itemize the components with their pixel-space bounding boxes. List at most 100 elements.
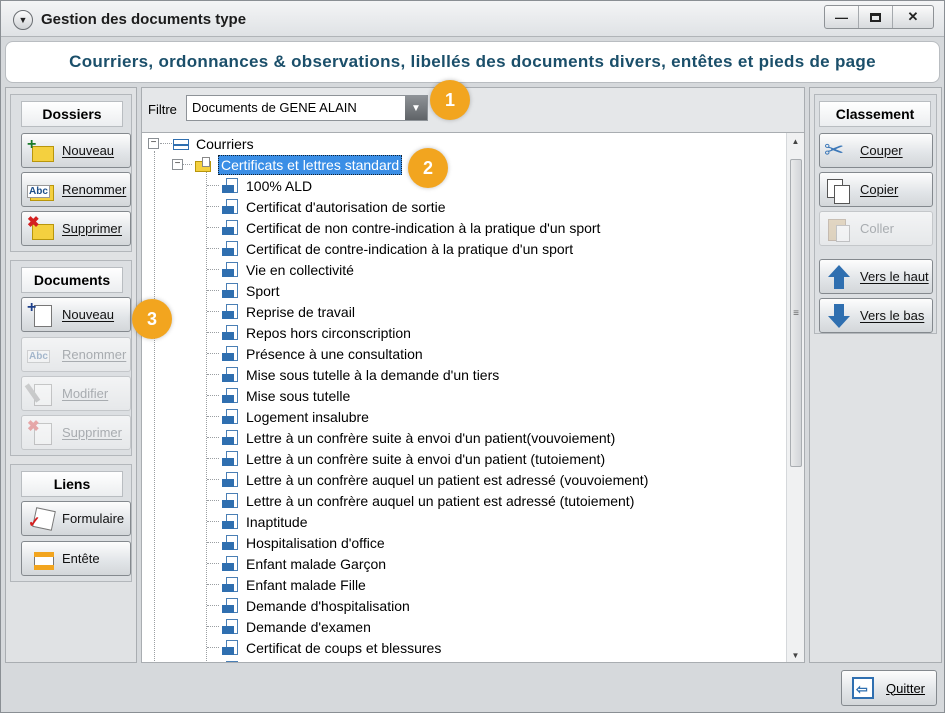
tree-leaf-label: Lettre à un confrère suite à envoi d'un …: [246, 429, 616, 446]
edit-document-label: Modifier: [62, 386, 109, 401]
left-panel: Dossiers + Nouveau Abc Renommer ✖ Suppri…: [5, 87, 137, 663]
maximize-button[interactable]: [859, 6, 893, 28]
tree-leaf-label: Inaptitude: [246, 513, 308, 530]
letter-document-icon: [222, 282, 240, 299]
tree-leaf[interactable]: Vie en collectivité: [222, 259, 354, 280]
move-up-button[interactable]: Vers le haut: [819, 259, 933, 294]
tree-leaf-label: Hospitalisation d'office: [246, 534, 385, 551]
delete-folder-button[interactable]: ✖ Supprimer: [21, 211, 131, 246]
tree-leaf-label: Lettre à un confrère suite à envoi d'un …: [246, 450, 606, 467]
copy-label: Copier: [860, 182, 899, 197]
quit-button[interactable]: ⇦ Quitter: [841, 670, 937, 706]
rename-document-icon: Abc: [27, 349, 50, 363]
tree-leaf-label: Repos hors circonscription: [246, 324, 411, 341]
tree-leaf[interactable]: Certificat d'autorisation de sortie: [222, 196, 446, 217]
tree-leaf[interactable]: Demande d'...: [222, 658, 333, 662]
close-button[interactable]: ✕: [893, 6, 933, 28]
tree-leaf[interactable]: Lettre à un confrère suite à envoi d'un …: [222, 427, 615, 448]
tree-leaf-label: Sport: [246, 282, 280, 299]
dropdown-arrow-icon[interactable]: ▼: [405, 96, 427, 120]
letter-document-icon: [222, 303, 240, 320]
letter-document-icon: [222, 261, 240, 278]
tree-leaf[interactable]: Enfant malade Garçon: [222, 553, 386, 574]
move-down-button[interactable]: Vers le bas: [819, 298, 933, 333]
liens-group: Liens ✓ Formulaire Entête: [10, 464, 132, 582]
letter-document-icon: [222, 240, 240, 257]
liens-title: Liens: [21, 471, 123, 497]
letter-document-icon: [222, 408, 240, 425]
tree-leaf[interactable]: Repos hors circonscription: [222, 322, 411, 343]
copy-button[interactable]: Copier: [819, 172, 933, 207]
classement-title: Classement: [819, 101, 931, 127]
title-bar: ▼ Gestion des documents type — ✕: [1, 1, 944, 37]
right-panel: Classement ✂ Couper Copier Coller Vers l…: [809, 87, 942, 663]
tree-leaf[interactable]: Lettre à un confrère auquel un patient e…: [222, 490, 634, 511]
tree-leaf[interactable]: Inaptitude: [222, 511, 308, 532]
letter-document-icon: [222, 618, 240, 635]
tree-leaf[interactable]: Mise sous tutelle à la demande d'un tier…: [222, 364, 499, 385]
cut-label: Couper: [860, 143, 903, 158]
scrollbar-thumb[interactable]: ≡: [790, 159, 802, 467]
tree-leaf[interactable]: Certificat de contre-indication à la pra…: [222, 238, 573, 259]
tree-leaf-label: Demande d'hospitalisation: [246, 597, 410, 614]
tree-node-courriers[interactable]: Courriers: [172, 133, 254, 154]
letter-document-icon: [222, 471, 240, 488]
window-controls: — ✕: [824, 5, 934, 29]
quit-label: Quitter: [886, 680, 926, 696]
tree-leaf[interactable]: Hospitalisation d'office: [222, 532, 385, 553]
root-expander[interactable]: −: [148, 138, 159, 149]
system-menu-icon[interactable]: ▼: [13, 10, 33, 30]
minimize-icon: —: [835, 9, 848, 25]
scroll-down-icon[interactable]: ▼: [787, 647, 804, 662]
tree-node-label: Certificats et lettres standard: [218, 154, 403, 175]
new-document-button[interactable]: + Nouveau: [21, 297, 131, 332]
tree-leaf[interactable]: Présence à une consultation: [222, 343, 423, 364]
new-folder-button[interactable]: + Nouveau: [21, 133, 131, 168]
minimize-button[interactable]: —: [825, 6, 859, 28]
open-folder-icon: [194, 156, 212, 173]
tree-leaf[interactable]: 100% ALD: [222, 175, 312, 196]
filter-value: Documents de GENE ALAIN: [192, 100, 357, 115]
tree-node-folder[interactable]: Certificats et lettres standard: [194, 154, 403, 175]
tree-leaf-label: Logement insalubre: [246, 408, 369, 425]
paste-label: Coller: [860, 221, 894, 236]
folder-expander[interactable]: −: [172, 159, 183, 170]
vertical-scrollbar[interactable]: ▲ ≡ ▼: [786, 133, 804, 662]
tree-leaf[interactable]: Demande d'examen: [222, 616, 371, 637]
tree-leaf-label: Mise sous tutelle: [246, 387, 351, 404]
tree-leaf[interactable]: Demande d'hospitalisation: [222, 595, 410, 616]
tree-leaf-label: Lettre à un confrère auquel un patient e…: [246, 471, 649, 488]
form-link-button[interactable]: ✓ Formulaire: [21, 501, 131, 536]
tree-leaf[interactable]: Lettre à un confrère suite à envoi d'un …: [222, 448, 605, 469]
new-document-icon: +: [26, 299, 56, 328]
rename-document-button[interactable]: Abc Renommer: [21, 337, 131, 372]
scroll-up-icon[interactable]: ▲: [787, 133, 804, 149]
filter-select[interactable]: Documents de GENE ALAIN ▼: [186, 95, 428, 121]
tree-leaf[interactable]: Certificat de coups et blessures: [222, 637, 441, 658]
main-window: ▼ Gestion des documents type — ✕ Courrie…: [0, 0, 945, 713]
tree-leaf[interactable]: Lettre à un confrère auquel un patient e…: [222, 469, 648, 490]
tree-leaf[interactable]: Sport: [222, 280, 279, 301]
tree-leaf[interactable]: Mise sous tutelle: [222, 385, 350, 406]
letter-document-icon: [222, 219, 240, 236]
paste-button[interactable]: Coller: [819, 211, 933, 246]
letter-document-icon: [222, 345, 240, 362]
copy-icon: [824, 177, 854, 204]
letter-document-icon: [222, 576, 240, 593]
delete-document-button[interactable]: ✖ Supprimer: [21, 415, 131, 450]
window-title: Gestion des documents type: [41, 11, 247, 28]
tree-leaf[interactable]: Certificat de non contre-indication à la…: [222, 217, 600, 238]
callout-2: 2: [408, 148, 448, 188]
letter-document-icon: [222, 324, 240, 341]
letter-document-icon: [222, 660, 240, 662]
tree-leaf[interactable]: Reprise de travail: [222, 301, 355, 322]
cut-button[interactable]: ✂ Couper: [819, 133, 933, 168]
move-down-label: Vers le bas: [860, 308, 925, 323]
header-link-button[interactable]: Entête: [21, 541, 131, 576]
rename-folder-button[interactable]: Abc Renommer: [21, 172, 131, 207]
tree-leaf[interactable]: Logement insalubre: [222, 406, 369, 427]
tree-leaf-label: Reprise de travail: [246, 303, 355, 320]
document-tree[interactable]: − Courriers − Certificats et lettres sta…: [142, 132, 804, 662]
edit-document-button[interactable]: Modifier: [21, 376, 131, 411]
tree-leaf[interactable]: Enfant malade Fille: [222, 574, 366, 595]
